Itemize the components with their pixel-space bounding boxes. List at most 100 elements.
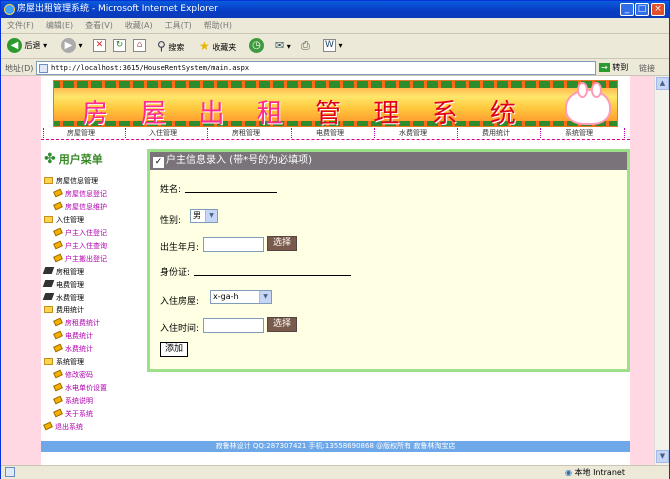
stop-icon: ✕ [93, 39, 106, 52]
form-frame: ✓ 户主信息录入 (带*号的为必填项) 姓名: 性别: 男 ▼ 出生年月: 选择 身… [147, 149, 630, 372]
sidebar-item-checkin-mgmt[interactable]: 入住管理 [44, 215, 84, 225]
gem-icon [53, 240, 63, 250]
folder-icon [44, 216, 53, 223]
gender-select[interactable]: 男 ▼ [190, 209, 218, 223]
sidebar-item-house-register[interactable]: 房屋信息登记 [53, 188, 107, 199]
nav-rent[interactable]: 房租管理 [232, 128, 260, 138]
minimize-button[interactable]: _ [620, 3, 634, 16]
sidebar-item-about[interactable]: 关于系统 [53, 408, 93, 419]
menu-edit[interactable]: 编辑(E) [40, 18, 79, 33]
gem-icon [53, 369, 63, 379]
history-icon: ◷ [249, 38, 264, 53]
page-done-icon [5, 467, 15, 477]
toolbar: ◀ 后退 ▾ ▶ ▾ ✕ ↻ ⌂ ⚲ 搜索 ★ 收藏夹 ◷ ✉ ▾ ⎙ W ▾ [1, 34, 669, 59]
links-button[interactable]: 链接 [639, 63, 655, 74]
gender-label: 性别: [160, 216, 182, 226]
gem-icon [53, 227, 63, 237]
vertical-scrollbar[interactable]: ▲ ▼ [654, 76, 669, 465]
folder-icon [44, 177, 53, 184]
nav-divider [374, 128, 375, 138]
nav-stats[interactable]: 费用统计 [482, 128, 510, 138]
forward-arrow-icon: ▶ [61, 38, 76, 53]
history-button[interactable]: ◷ [249, 37, 264, 55]
id-input[interactable] [194, 266, 351, 276]
sidebar-item-price-settings[interactable]: 水电单价设置 [53, 382, 107, 393]
vine-decoration [54, 81, 617, 88]
scroll-up-icon[interactable]: ▲ [656, 77, 669, 90]
maximize-button[interactable]: □ [635, 3, 649, 16]
go-button[interactable]: → 转到 [599, 62, 628, 73]
menu-tools[interactable]: 工具(T) [159, 18, 198, 33]
sidebar-item-rent-stats[interactable]: 房租费统计 [53, 317, 100, 328]
zone-indicator: ◉ 本地 Intranet [565, 468, 625, 477]
sidebar-item-rent-mgmt[interactable]: 房租管理 [42, 267, 84, 277]
sidebar-item-electric-mgmt[interactable]: 电费管理 [42, 280, 84, 290]
nav-system[interactable]: 系统管理 [565, 128, 593, 138]
name-label: 姓名: [160, 185, 182, 195]
nav-divider [207, 128, 208, 138]
gem-icon [53, 382, 63, 392]
scroll-down-icon[interactable]: ▼ [656, 450, 669, 463]
print-button[interactable]: ⎙ [301, 37, 310, 55]
print-icon: ⎙ [301, 39, 310, 52]
sidebar-item-water-stats[interactable]: 水费统计 [53, 343, 93, 354]
folder-icon [44, 358, 53, 365]
address-label: 地址(D) [5, 64, 34, 73]
gem-icon [53, 188, 63, 198]
sidebar-item-fee-stats[interactable]: 费用统计 [44, 305, 84, 315]
menu-file[interactable]: 文件(F) [1, 18, 40, 33]
time-select-button[interactable]: 选择 [267, 317, 297, 332]
back-button[interactable]: ◀ 后退 ▾ [7, 37, 47, 55]
gem-icon [53, 330, 63, 340]
nav-house[interactable]: 房屋管理 [67, 128, 95, 138]
house-select[interactable]: x-ga-h ▼ [210, 290, 272, 304]
close-button[interactable]: × [651, 3, 665, 16]
sidebar-header: ✤ 用户菜单 [44, 151, 103, 167]
chevron-down-icon: ▼ [205, 210, 217, 222]
page-footer: 寂鲁林设计 QQ:287307421 手机:13558690868 @版权所有 … [41, 441, 630, 452]
sidebar-item-water-mgmt[interactable]: 水费管理 [42, 293, 84, 303]
refresh-button[interactable]: ↻ [113, 37, 126, 55]
nav-divider [457, 128, 458, 138]
name-input[interactable] [185, 183, 277, 193]
status-bar: ◉ 本地 Intranet [1, 465, 669, 479]
sidebar-item-system-mgmt[interactable]: 系统管理 [44, 357, 84, 367]
birth-select-button[interactable]: 选择 [267, 236, 297, 251]
sidebar-item-checkin-register[interactable]: 户主入住登记 [53, 227, 107, 238]
menu-help[interactable]: 帮助(H) [198, 18, 238, 33]
sidebar-item-system-info[interactable]: 系统说明 [53, 395, 93, 406]
sidebar-item-checkout-register[interactable]: 户主搬出登记 [53, 253, 107, 264]
birth-input[interactable] [203, 237, 264, 252]
home-button[interactable]: ⌂ [133, 37, 146, 55]
search-icon: ⚲ [157, 39, 166, 53]
menu-favorites[interactable]: 收藏(A) [119, 18, 159, 33]
mail-button[interactable]: ✉ ▾ [275, 37, 291, 55]
stop-button[interactable]: ✕ [93, 37, 106, 55]
add-button[interactable]: 添加 [160, 342, 188, 357]
sidebar-item-electric-stats[interactable]: 电费统计 [53, 330, 93, 341]
sidebar-item-house-maintain[interactable]: 房屋信息维护 [53, 201, 107, 212]
nav-electric[interactable]: 电费管理 [316, 128, 344, 138]
sidebar-item-change-password[interactable]: 修改密码 [53, 369, 93, 380]
edit-button[interactable]: W ▾ [323, 37, 343, 55]
nav-checkin[interactable]: 入住管理 [149, 128, 177, 138]
go-arrow-icon: → [599, 63, 610, 72]
page-icon [39, 64, 48, 73]
book-icon [42, 280, 55, 287]
nav-water[interactable]: 水费管理 [399, 128, 427, 138]
favorites-button[interactable]: ★ 收藏夹 [199, 37, 236, 55]
page-viewport: 房 屋 出 租 管 理 系 统 房屋管理 入住管理 房租管理 电费管理 水费管理… [1, 76, 654, 465]
search-button[interactable]: ⚲ 搜索 [157, 37, 184, 55]
folder-icon [44, 306, 53, 313]
sidebar-item-checkin-query[interactable]: 户主入住查询 [53, 240, 107, 251]
banner-title: 房 屋 出 租 管 理 系 统 [82, 99, 528, 127]
menu-view[interactable]: 查看(V) [79, 18, 119, 33]
forward-button[interactable]: ▶ ▾ [61, 37, 83, 55]
sidebar-item-house-mgmt[interactable]: 房屋信息管理 [44, 176, 98, 186]
sidebar-item-logout[interactable]: 退出系统 [43, 421, 83, 432]
edit-icon: W [323, 39, 336, 52]
address-input[interactable]: http://localhost:3615/HouseRentSystem/ma… [36, 61, 596, 75]
nav-divider [125, 128, 126, 138]
time-input[interactable] [203, 318, 264, 333]
gem-icon [53, 201, 63, 211]
